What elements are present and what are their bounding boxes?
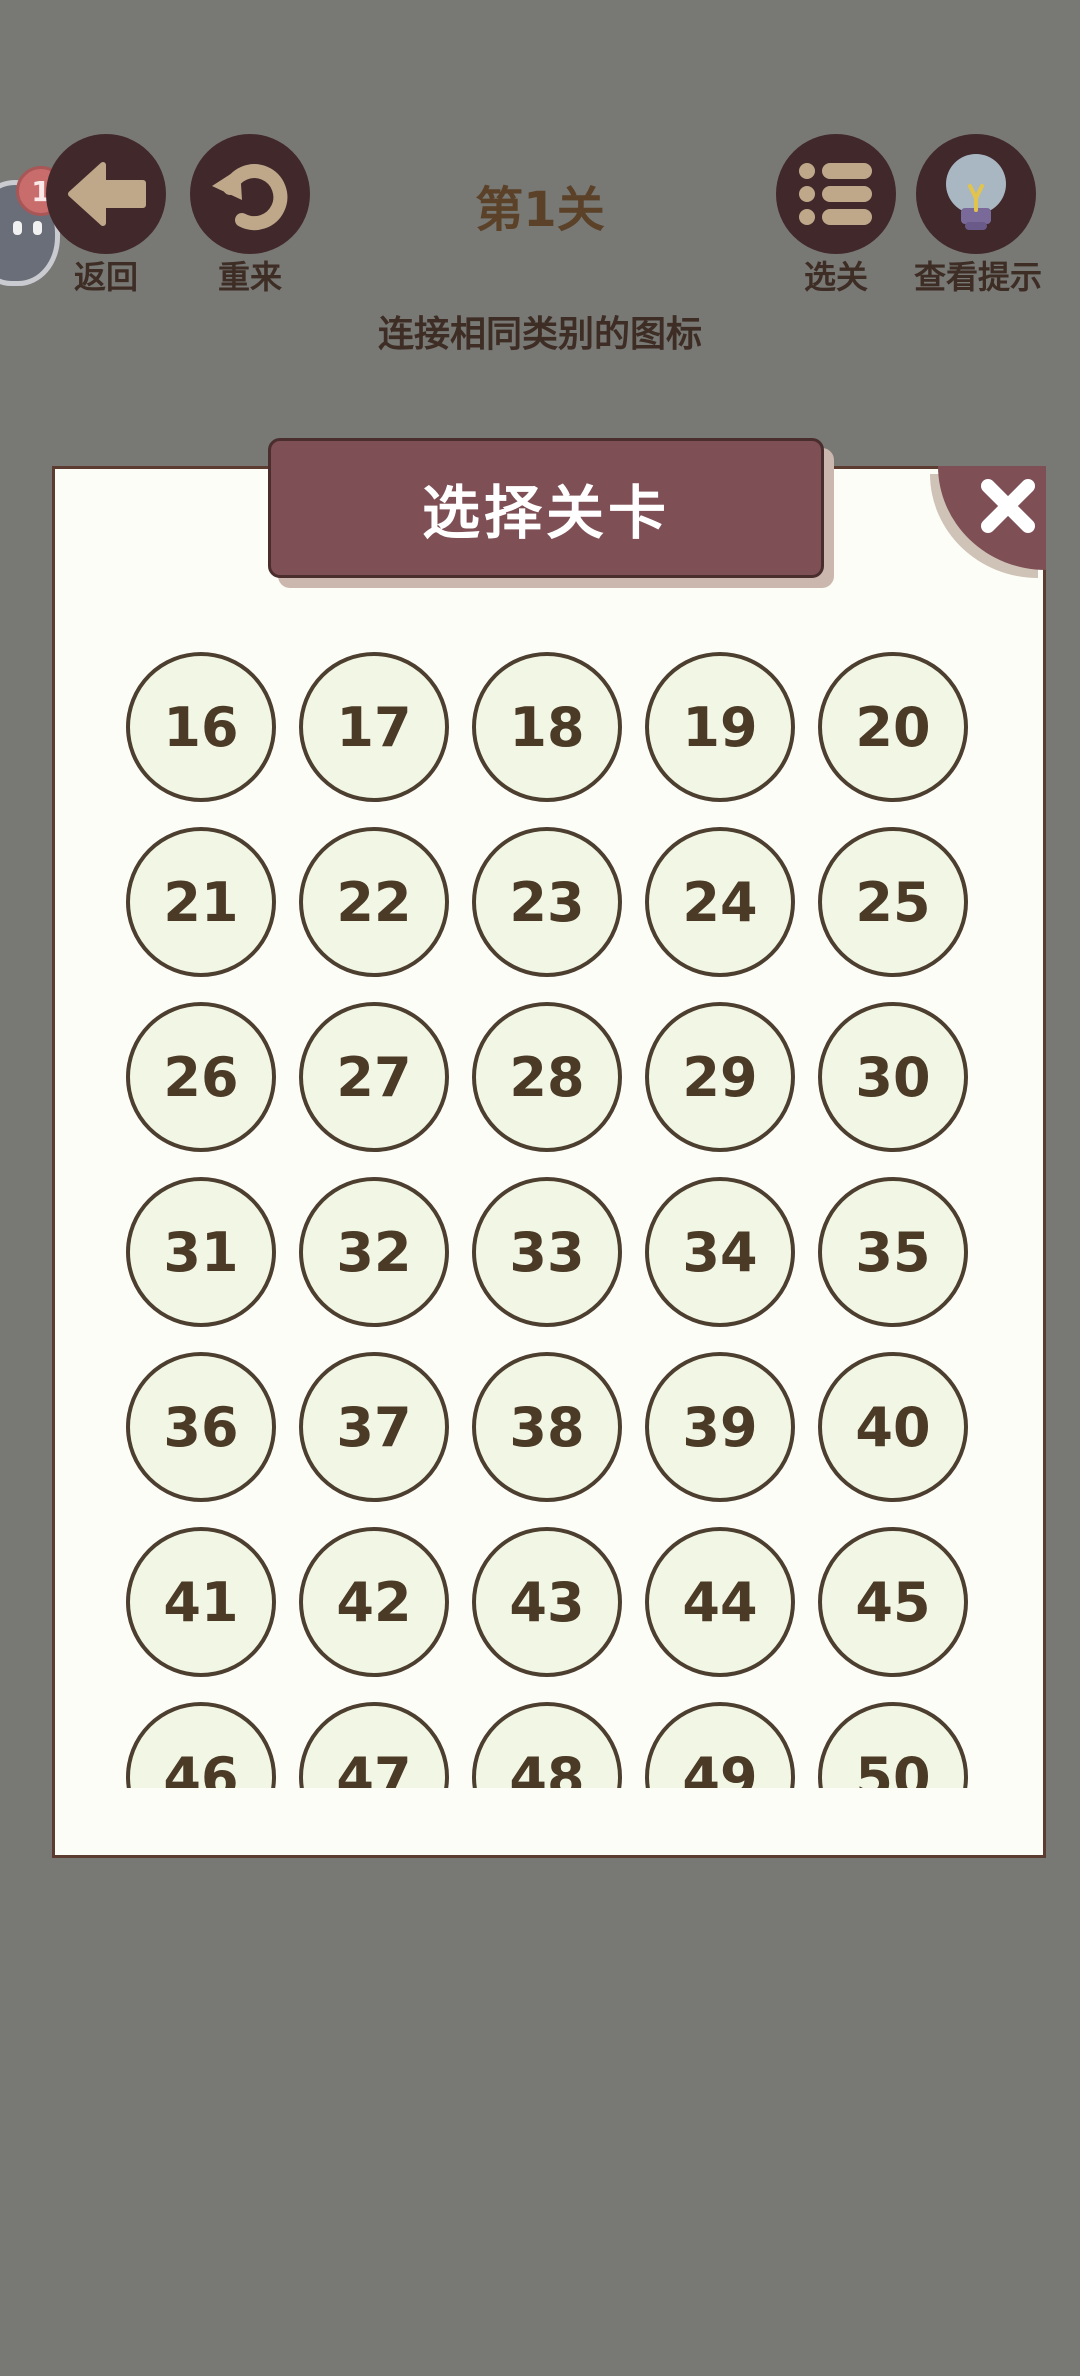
level-button-21[interactable]: 21: [126, 827, 276, 977]
level-button-44[interactable]: 44: [645, 1527, 795, 1677]
level-button-31[interactable]: 31: [126, 1177, 276, 1327]
level-button-17[interactable]: 17: [299, 652, 449, 802]
level-button-25[interactable]: 25: [818, 827, 968, 977]
dialog-header: 选择关卡: [268, 438, 824, 578]
level-button-40[interactable]: 40: [818, 1352, 968, 1502]
level-button-32[interactable]: 32: [299, 1177, 449, 1327]
restart-button[interactable]: [190, 134, 310, 254]
close-icon[interactable]: [976, 474, 1040, 538]
hint-button[interactable]: [916, 134, 1036, 254]
level-button-27[interactable]: 27: [299, 1002, 449, 1152]
arrow-left-icon: [68, 162, 146, 226]
dialog-title: 选择关卡: [421, 479, 670, 547]
level-button-34[interactable]: 34: [645, 1177, 795, 1327]
lightbulb-icon: [946, 154, 1006, 230]
list-icon: [799, 163, 872, 225]
level-button-29[interactable]: 29: [645, 1002, 795, 1152]
level-button-43[interactable]: 43: [472, 1527, 622, 1677]
level-button-26[interactable]: 26: [126, 1002, 276, 1152]
avatar-eye: [13, 221, 22, 235]
avatar-eye: [33, 221, 42, 235]
level-select-button[interactable]: [776, 134, 896, 254]
level-button-48[interactable]: 48: [472, 1702, 622, 1788]
level-button-42[interactable]: 42: [299, 1527, 449, 1677]
level-button-47[interactable]: 47: [299, 1702, 449, 1788]
level-button-36[interactable]: 36: [126, 1352, 276, 1502]
level-button-45[interactable]: 45: [818, 1527, 968, 1677]
level-button-35[interactable]: 35: [818, 1177, 968, 1327]
level-button-23[interactable]: 23: [472, 827, 622, 977]
level-button-28[interactable]: 28: [472, 1002, 622, 1152]
instruction-text: 连接相同类别的图标: [377, 314, 702, 355]
level-button-16[interactable]: 16: [126, 652, 276, 802]
level-title: 第1关: [475, 182, 605, 238]
level-button-33[interactable]: 33: [472, 1177, 622, 1327]
level-button-39[interactable]: 39: [645, 1352, 795, 1502]
level-grid: 16 17 18 19 20 21 22 23 24 25 26 27 28 29 30 31 32 33 34 35…: [126, 652, 968, 1788]
level-button-46[interactable]: 46: [126, 1702, 276, 1788]
hint-label: 查看提示: [913, 258, 1042, 296]
restart-label: 重来: [217, 258, 282, 296]
level-button-38[interactable]: 38: [472, 1352, 622, 1502]
level-button-49[interactable]: 49: [645, 1702, 795, 1788]
level-button-30[interactable]: 30: [818, 1002, 968, 1152]
level-button-41[interactable]: 41: [126, 1527, 276, 1677]
undo-icon: [212, 164, 288, 231]
level-button-22[interactable]: 22: [299, 827, 449, 977]
level-grid-scroll[interactable]: 16 17 18 19 20 21 22 23 24 25 26 27 28 29 30 31 32 33 34 35…: [126, 652, 986, 1788]
level-button-50[interactable]: 50: [818, 1702, 968, 1788]
level-button-18[interactable]: 18: [472, 652, 622, 802]
level-button-20[interactable]: 20: [818, 652, 968, 802]
back-button[interactable]: [46, 134, 166, 254]
level-button-37[interactable]: 37: [299, 1352, 449, 1502]
level-button-19[interactable]: 19: [645, 652, 795, 802]
level-button-24[interactable]: 24: [645, 827, 795, 977]
